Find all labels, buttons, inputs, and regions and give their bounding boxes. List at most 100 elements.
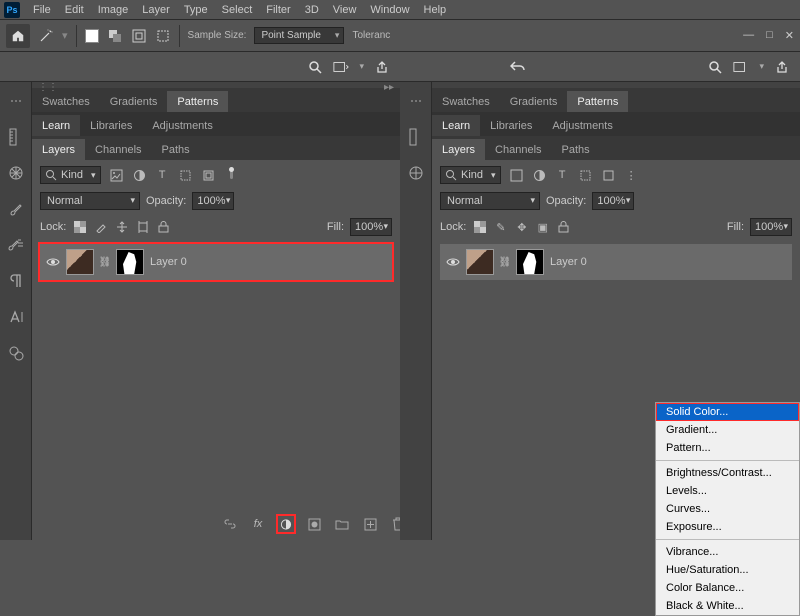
tab-patterns[interactable]: Patterns	[167, 91, 228, 112]
lock-pos-icon[interactable]: ✥	[514, 220, 529, 235]
tab-layers[interactable]: Layers	[432, 139, 485, 160]
blend-mode-select[interactable]: Normal	[440, 192, 540, 210]
tab-patterns[interactable]: Patterns	[567, 91, 628, 112]
lock-all-icon[interactable]	[556, 220, 571, 235]
menuitem-hue-saturation[interactable]: Hue/Saturation...	[656, 561, 799, 579]
tab-adjustments[interactable]: Adjustments	[542, 115, 623, 136]
menu-layer[interactable]: Layer	[135, 4, 177, 16]
filter-smart-icon[interactable]	[201, 168, 216, 183]
tab-learn[interactable]: Learn	[32, 115, 80, 136]
layer-mask-thumbnail[interactable]	[116, 249, 144, 275]
filter-adjust-icon[interactable]	[532, 168, 547, 183]
paragraph-panel-icon[interactable]	[0, 266, 31, 296]
layer-name[interactable]: Layer 0	[150, 256, 187, 268]
layer-name[interactable]: Layer 0	[550, 256, 587, 268]
layers-mode-icon[interactable]	[107, 28, 123, 44]
menu-file[interactable]: File	[26, 4, 58, 16]
share-icon[interactable]	[774, 59, 790, 75]
tab-gradients[interactable]: Gradients	[500, 91, 568, 112]
visibility-toggle-icon[interactable]	[446, 257, 460, 267]
filter-shape-icon[interactable]	[578, 168, 593, 183]
filter-kind-select[interactable]: Kind	[440, 166, 501, 184]
menu-type[interactable]: Type	[177, 4, 215, 16]
share-icon[interactable]	[374, 59, 390, 75]
sample-size-select[interactable]: Point Sample	[254, 27, 344, 44]
lock-trans-icon[interactable]	[72, 220, 87, 235]
arrange-icon[interactable]	[333, 59, 349, 75]
menu-select[interactable]: Select	[215, 4, 260, 16]
lock-pos-icon[interactable]	[114, 220, 129, 235]
link-layers-icon[interactable]	[222, 516, 238, 532]
filter-kind-select[interactable]: Kind	[40, 166, 101, 184]
menu-image[interactable]: Image	[91, 4, 136, 16]
filter-smart-icon[interactable]	[601, 168, 616, 183]
tab-paths[interactable]: Paths	[552, 139, 600, 160]
menu-edit[interactable]: Edit	[58, 4, 91, 16]
lock-image-icon[interactable]: ✎	[493, 220, 508, 235]
menu-help[interactable]: Help	[417, 4, 454, 16]
menuitem-brightness-contrast[interactable]: Brightness/Contrast...	[656, 464, 799, 482]
opacity-input[interactable]: 100%	[592, 192, 634, 210]
home-button[interactable]	[6, 24, 30, 48]
filter-toggle-icon[interactable]	[224, 168, 239, 183]
window-close-button[interactable]: ✕	[785, 29, 794, 42]
menuitem-solid-color[interactable]: Solid Color...	[656, 403, 799, 421]
filter-shape-icon[interactable]	[178, 168, 193, 183]
group-icon[interactable]	[334, 516, 350, 532]
mask-link-icon[interactable]: ⛓	[500, 255, 510, 269]
menuitem-black-white[interactable]: Black & White...	[656, 597, 799, 615]
new-layer-icon[interactable]	[362, 516, 378, 532]
tab-swatches[interactable]: Swatches	[432, 91, 500, 112]
arrange-icon[interactable]	[733, 59, 749, 75]
tab-libraries[interactable]: Libraries	[480, 115, 542, 136]
window-restore-button[interactable]: □	[766, 29, 773, 42]
dropdown-arrow-icon[interactable]: ▾	[62, 29, 68, 42]
tab-channels[interactable]: Channels	[485, 139, 551, 160]
tab-adjustments[interactable]: Adjustments	[142, 115, 223, 136]
lock-artboard-icon[interactable]: ▣	[535, 220, 550, 235]
lock-all-icon[interactable]	[156, 220, 171, 235]
filter-pixel-icon[interactable]	[109, 168, 124, 183]
lock-artboard-icon[interactable]	[135, 220, 150, 235]
ruler-panel-icon[interactable]	[0, 122, 31, 152]
search-icon[interactable]	[707, 59, 723, 75]
collapse-handle-icon[interactable]	[0, 86, 31, 116]
tab-gradients[interactable]: Gradients	[100, 91, 168, 112]
lock-image-icon[interactable]	[93, 220, 108, 235]
menu-view[interactable]: View	[326, 4, 364, 16]
character-panel-icon[interactable]	[0, 302, 31, 332]
filter-type-icon[interactable]: T	[155, 168, 170, 183]
sample-all-icon[interactable]	[131, 28, 147, 44]
foreground-swatch[interactable]	[85, 29, 99, 43]
menu-3d[interactable]: 3D	[298, 4, 326, 16]
tab-libraries[interactable]: Libraries	[80, 115, 142, 136]
undo-icon[interactable]	[510, 59, 526, 75]
adjustment-layer-icon[interactable]	[278, 516, 294, 532]
layer-row[interactable]: ⛓ Layer 0	[440, 244, 792, 280]
brush-panel-icon[interactable]	[0, 194, 31, 224]
info-panel-icon[interactable]	[0, 338, 31, 368]
dropdown-arrow-icon[interactable]: ▾	[759, 61, 764, 72]
menuitem-color-balance[interactable]: Color Balance...	[656, 579, 799, 597]
layer-mask-thumbnail[interactable]	[516, 249, 544, 275]
menuitem-exposure[interactable]: Exposure...	[656, 518, 799, 536]
layer-thumbnail[interactable]	[66, 249, 94, 275]
wheel-panel-icon[interactable]	[0, 158, 31, 188]
tab-learn[interactable]: Learn	[432, 115, 480, 136]
tab-channels[interactable]: Channels	[85, 139, 151, 160]
filter-pixel-icon[interactable]	[509, 168, 524, 183]
tab-layers[interactable]: Layers	[32, 139, 85, 160]
wand-tool-icon[interactable]	[38, 28, 54, 44]
menuitem-pattern[interactable]: Pattern...	[656, 439, 799, 457]
fill-input[interactable]: 100%	[350, 218, 392, 236]
lock-trans-icon[interactable]	[472, 220, 487, 235]
dropdown-arrow-icon[interactable]: ▾	[359, 61, 364, 72]
sample-mode-icon[interactable]	[155, 28, 171, 44]
brush-settings-icon[interactable]	[0, 230, 31, 260]
filter-toggle-icon[interactable]: ⋮	[624, 168, 639, 183]
visibility-toggle-icon[interactable]	[46, 257, 60, 267]
fill-input[interactable]: 100%	[750, 218, 792, 236]
menu-window[interactable]: Window	[363, 4, 416, 16]
collapse-handle-icon[interactable]: ▸▸	[384, 82, 394, 88]
window-minimize-button[interactable]: —	[743, 29, 754, 42]
